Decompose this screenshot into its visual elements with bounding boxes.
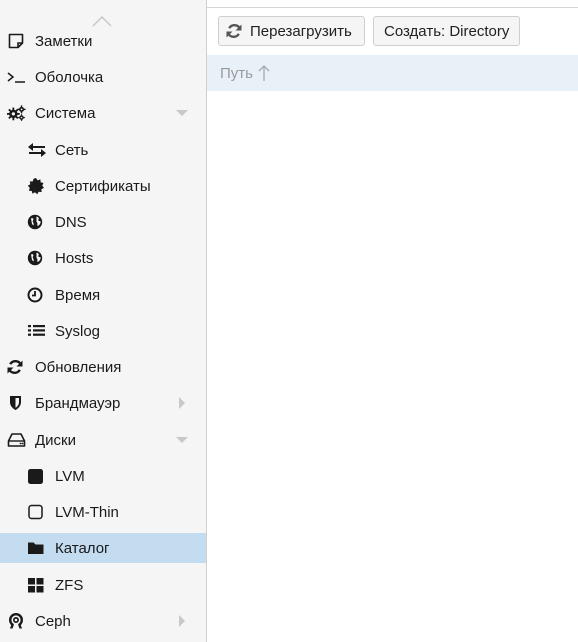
sidebar-item-lvm[interactable]: LVM xyxy=(0,461,206,491)
sidebar-item-ceph[interactable]: Ceph xyxy=(0,606,206,636)
chevron-down-icon[interactable] xyxy=(176,434,188,446)
sidebar-item-label: Syslog xyxy=(55,322,101,340)
chevron-right-icon[interactable] xyxy=(176,397,188,409)
th-large-icon xyxy=(27,576,47,594)
square-filled-icon xyxy=(27,467,47,485)
refresh-icon xyxy=(226,22,244,40)
sidebar-item-system[interactable]: Система xyxy=(0,98,206,128)
sidebar-item-label: Каталог xyxy=(55,539,110,557)
ceph-icon xyxy=(7,612,27,630)
toolbar: Перезагрузить Создать: Directory xyxy=(207,7,578,55)
sidebar-item-syslog[interactable]: Syslog xyxy=(0,316,206,346)
column-header-path[interactable]: Путь xyxy=(220,64,270,82)
sidebar-item-updates[interactable]: Обновления xyxy=(0,352,206,382)
chevron-down-icon[interactable] xyxy=(176,107,188,119)
hdd-icon xyxy=(7,431,27,449)
sidebar-item-label: Обновления xyxy=(35,358,122,376)
sidebar-item-time[interactable]: Время xyxy=(0,280,206,310)
globe-icon xyxy=(27,249,47,267)
sidebar-item-hosts[interactable]: Hosts xyxy=(0,243,206,273)
terminal-icon xyxy=(7,68,27,86)
shield-icon xyxy=(7,394,27,412)
sort-ascending-icon xyxy=(258,64,270,82)
create-directory-button-label: Создать: Directory xyxy=(384,22,510,40)
sidebar-item-disks[interactable]: Диски xyxy=(0,425,206,455)
sidebar-item-dns[interactable]: DNS xyxy=(0,207,206,237)
sidebar: Заметки Оболочка Система Сеть Сертификат… xyxy=(0,0,207,642)
sidebar-item-certificates[interactable]: Сертификаты xyxy=(0,171,206,201)
reload-button-label: Перезагрузить xyxy=(250,22,352,40)
column-header-label: Путь xyxy=(220,64,253,82)
sidebar-item-directory[interactable]: Каталог xyxy=(0,533,206,563)
exchange-icon xyxy=(27,141,47,159)
sidebar-item-firewall[interactable]: Брандмауэр xyxy=(0,388,206,418)
sidebar-item-label: DNS xyxy=(55,213,87,231)
sidebar-item-label: Система xyxy=(35,104,96,122)
sidebar-item-label: Сертификаты xyxy=(55,177,151,195)
clock-icon xyxy=(27,286,47,304)
create-directory-button[interactable]: Создать: Directory xyxy=(373,16,520,46)
sidebar-item-label: Сеть xyxy=(55,141,89,159)
notes-icon xyxy=(7,32,27,50)
sidebar-item-network[interactable]: Сеть xyxy=(0,135,206,165)
sidebar-item-label: ZFS xyxy=(55,576,84,594)
list-icon xyxy=(27,322,47,340)
sidebar-item-label: Hosts xyxy=(55,249,94,267)
sidebar-item-label: Брандмауэр xyxy=(35,394,121,412)
main-panel: Перезагрузить Создать: Directory Путь xyxy=(207,0,578,642)
grid-body xyxy=(207,91,578,642)
sidebar-item-label: LVM-Thin xyxy=(55,503,119,521)
app-window: Заметки Оболочка Система Сеть Сертификат… xyxy=(0,0,578,642)
globe-icon xyxy=(27,213,47,231)
gears-icon xyxy=(7,104,27,122)
refresh-icon xyxy=(7,358,27,376)
square-outline-icon xyxy=(27,503,47,521)
sidebar-item-label: Оболочка xyxy=(35,68,104,86)
sidebar-item-label: Заметки xyxy=(35,32,93,50)
sidebar-item-zfs[interactable]: ZFS xyxy=(0,570,206,600)
sidebar-item-label: LVM xyxy=(55,467,85,485)
folder-icon xyxy=(27,539,47,557)
reload-button[interactable]: Перезагрузить xyxy=(218,16,365,46)
certificate-icon xyxy=(27,177,47,195)
sidebar-item-shell[interactable]: Оболочка xyxy=(0,62,206,92)
sidebar-item-label: Диски xyxy=(35,431,76,449)
sidebar-item-label: Время xyxy=(55,286,101,304)
grid-header: Путь xyxy=(207,55,578,91)
sidebar-item-lvm-thin[interactable]: LVM-Thin xyxy=(0,497,206,527)
sidebar-item-label: Ceph xyxy=(35,612,71,630)
sidebar-item-notes[interactable]: Заметки xyxy=(0,26,206,56)
chevron-right-icon[interactable] xyxy=(176,615,188,627)
